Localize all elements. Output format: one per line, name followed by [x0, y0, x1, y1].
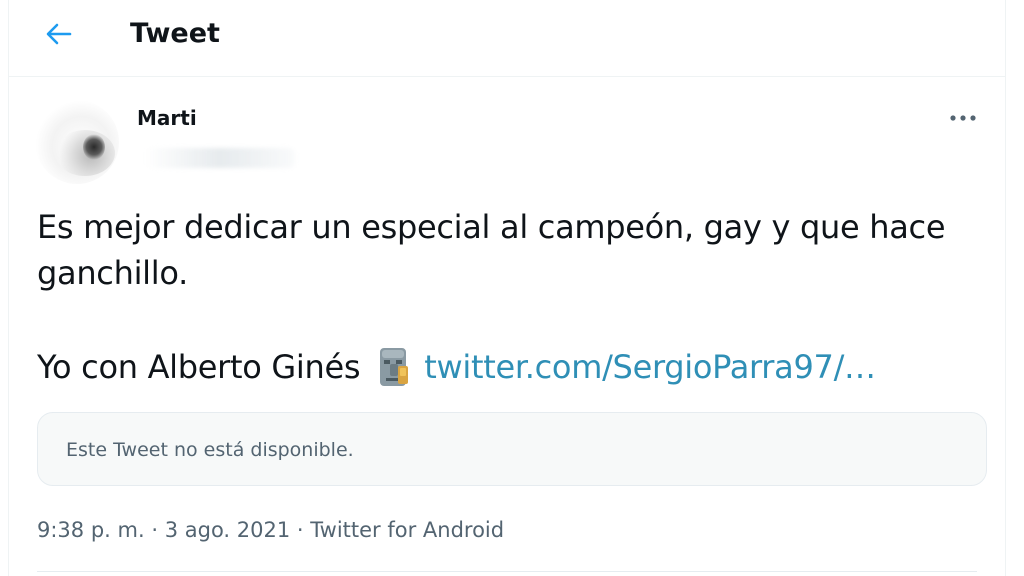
page-title: Tweet: [130, 18, 220, 49]
tweet-source[interactable]: Twitter for Android: [310, 518, 504, 542]
avatar[interactable]: [35, 100, 119, 184]
arrow-left-icon: [46, 23, 72, 45]
tweet-detail-page: Tweet Marti Es mejor dedicar un especial…: [8, 0, 1006, 576]
more-options-button[interactable]: [945, 100, 981, 136]
more-horizontal-icon: [950, 115, 976, 121]
author-handle-blurred: [145, 148, 295, 168]
tweet-text: Es mejor dedicar un especial al campeón,…: [37, 208, 946, 292]
tweet-time[interactable]: 9:38 p. m.: [37, 518, 145, 542]
quoted-tweet-card[interactable]: Este Tweet no está disponible.: [37, 412, 987, 486]
meta-separator: ·: [296, 518, 304, 542]
back-button[interactable]: [37, 14, 81, 54]
quoted-tweet-unavailable: Este Tweet no está disponible.: [66, 439, 354, 461]
moai-icon: [380, 348, 409, 386]
meta-separator: ·: [151, 518, 159, 542]
tweet-date[interactable]: 3 ago. 2021: [165, 518, 291, 542]
author-display-name[interactable]: Marti: [137, 104, 197, 132]
tweet-text-line: Yo con Alberto Ginés twitter.com/SergioP…: [37, 344, 997, 390]
tweet-text-prefix: Yo con Alberto Ginés: [37, 348, 361, 386]
tweet-link[interactable]: twitter.com/SergioParra97/…: [424, 344, 876, 390]
page-header: Tweet: [9, 0, 1005, 77]
avatar-figure: [83, 134, 105, 160]
tweet-meta: 9:38 p. m. · 3 ago. 2021 · Twitter for A…: [37, 514, 504, 546]
divider: [37, 571, 977, 572]
